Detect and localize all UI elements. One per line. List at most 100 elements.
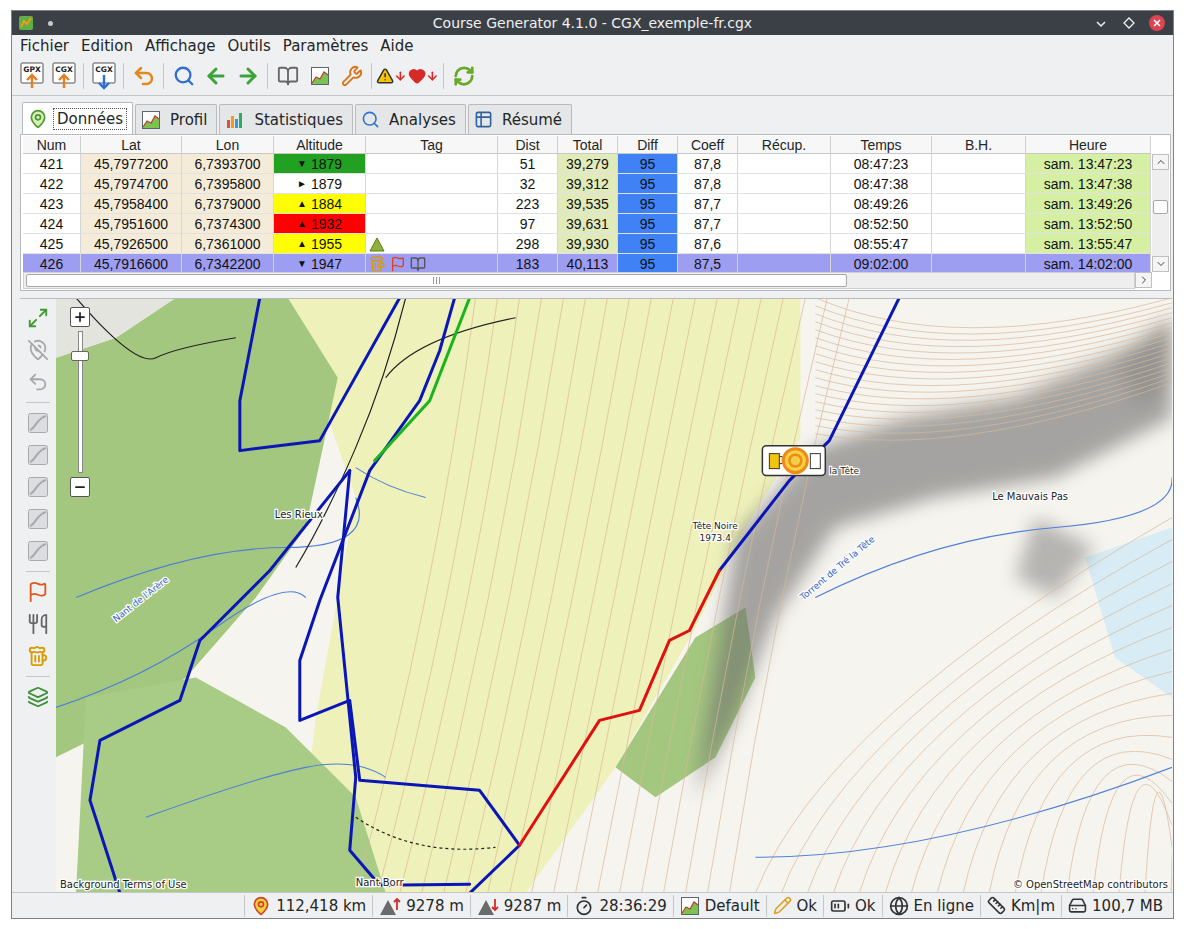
scroll-right-button[interactable] xyxy=(1135,272,1152,288)
map-tool-button[interactable] xyxy=(23,303,53,333)
open-button[interactable]: CGX xyxy=(48,60,79,92)
track-line xyxy=(375,299,470,461)
status-item: Ok xyxy=(823,895,882,917)
settings-button[interactable] xyxy=(336,60,367,92)
next-alert-button[interactable] xyxy=(376,60,407,92)
status-item: 112,418 km xyxy=(244,895,372,917)
svg-text:GPX: GPX xyxy=(23,65,41,74)
column-header[interactable]: Total xyxy=(558,136,618,154)
zoom-handle[interactable] xyxy=(71,351,89,361)
refresh-button[interactable] xyxy=(448,60,479,92)
total-cell: 39,535 xyxy=(558,194,618,214)
tab[interactable]: Statistiques xyxy=(219,104,353,134)
waypoint-marker[interactable] xyxy=(762,446,825,476)
coeff-cell: 87,8 xyxy=(678,174,738,194)
horizontal-scrollbar[interactable] xyxy=(23,272,1169,289)
vertical-scrollbar[interactable] xyxy=(1152,136,1169,272)
scroll-thumb[interactable] xyxy=(1153,200,1168,214)
tab[interactable]: Résumé xyxy=(468,104,572,134)
toolbar-separator xyxy=(83,63,84,89)
menu-item[interactable]: Fichier xyxy=(14,36,75,56)
zoom-out-button[interactable] xyxy=(70,477,90,497)
column-header[interactable]: Temps xyxy=(831,136,932,154)
table-row[interactable]: 42545,79265006,7361000▲195529839,9309587… xyxy=(23,234,1152,254)
column-header[interactable]: Heure xyxy=(1026,136,1151,154)
undo-button[interactable] xyxy=(128,60,159,92)
scroll-up-button[interactable] xyxy=(1152,154,1169,170)
column-header[interactable]: Dist xyxy=(498,136,558,154)
column-header[interactable]: Lat xyxy=(81,136,182,154)
map-attribution[interactable]: © OpenStreetMap contributors xyxy=(1013,879,1168,890)
scroll-thumb[interactable] xyxy=(26,274,847,287)
beer-icon xyxy=(369,255,386,272)
map-tool-button[interactable] xyxy=(23,682,53,712)
window-title: Course Generator 4.1.0 - CGX_exemple-fr.… xyxy=(433,15,752,31)
table-icon xyxy=(474,110,493,129)
mini-roadbook-button[interactable] xyxy=(272,60,303,92)
track-line xyxy=(338,471,470,886)
arrow-right-icon xyxy=(236,64,260,88)
minimize-button[interactable] xyxy=(1091,13,1111,33)
map-label: Le Mauvais Pas xyxy=(992,491,1068,502)
zoom-in-button[interactable] xyxy=(70,307,90,327)
map-attribution[interactable]: Background Terms of Use xyxy=(60,879,187,890)
peak-icon xyxy=(369,236,385,252)
temps-cell: 08:55:47 xyxy=(831,234,932,254)
menu-item[interactable]: Affichage xyxy=(139,36,221,56)
column-header[interactable]: Récup. xyxy=(738,136,831,154)
contour-lines xyxy=(356,299,1172,892)
scroll-down-button[interactable] xyxy=(1152,256,1169,272)
statistics-icon xyxy=(225,110,245,130)
menu-item[interactable]: Paramètres xyxy=(277,36,375,56)
column-header[interactable]: Diff xyxy=(618,136,678,154)
curve-icon xyxy=(27,444,49,466)
previous-button[interactable] xyxy=(200,60,231,92)
chart-icon xyxy=(310,66,330,86)
map-tool-button[interactable] xyxy=(23,609,53,639)
map-view[interactable]: Les RieuxNant de l'ArèreTête Noire1973.4… xyxy=(56,299,1172,892)
column-header[interactable]: Lon xyxy=(182,136,274,154)
selected-table-row[interactable]: 42645,79166006,7342200▼194718340,1139587… xyxy=(23,254,1152,272)
column-header[interactable]: B.H. xyxy=(932,136,1026,154)
maximize-button[interactable] xyxy=(1119,13,1139,33)
splitter[interactable] xyxy=(12,291,1173,298)
tab[interactable]: Analyses xyxy=(355,104,466,134)
temps-cell: 08:47:23 xyxy=(831,154,932,174)
table-row[interactable]: 42345,79584006,7379000▲188422339,5359587… xyxy=(23,194,1152,214)
altitude-cell: ▲1884 xyxy=(274,194,366,214)
profile-button[interactable] xyxy=(304,60,335,92)
selection-ring xyxy=(783,449,807,473)
altitude-cell: ▲1932 xyxy=(274,214,366,234)
table-row[interactable]: 42145,79772006,7393700▼18795139,2799587,… xyxy=(23,154,1152,174)
save-button[interactable]: CGX xyxy=(88,60,119,92)
tab[interactable]: Profil xyxy=(135,104,217,134)
next-favorite-button[interactable] xyxy=(408,60,439,92)
map-label: Nant Borr xyxy=(356,877,405,888)
menu-item[interactable]: Outils xyxy=(221,36,276,56)
climb-icon xyxy=(379,896,401,916)
menu-item[interactable]: Edition xyxy=(75,36,139,56)
table-row[interactable]: 42445,79516006,7374300▲19329739,6319587,… xyxy=(23,214,1152,234)
map-tool-button[interactable] xyxy=(23,577,53,607)
menu-item[interactable]: Aide xyxy=(374,36,419,56)
heure-cell: sam. 13:49:26 xyxy=(1026,194,1151,214)
bh-cell xyxy=(932,154,1026,174)
column-header[interactable]: Num xyxy=(23,136,81,154)
dist-cell: 51 xyxy=(498,154,558,174)
zoom-slider[interactable] xyxy=(78,331,83,473)
map-tool-button xyxy=(23,367,53,397)
track-line xyxy=(90,471,350,892)
num-cell: 424 xyxy=(23,214,81,234)
pin-dot[interactable] xyxy=(48,21,53,26)
map-tool-button[interactable] xyxy=(23,641,53,671)
column-header[interactable]: Coeff xyxy=(678,136,738,154)
open-button[interactable]: GPX xyxy=(16,60,47,92)
search-button[interactable] xyxy=(168,60,199,92)
tab[interactable]: Données xyxy=(22,102,133,134)
coeff-cell: 87,6 xyxy=(678,234,738,254)
column-header[interactable]: Tag xyxy=(366,136,498,154)
table-row[interactable]: 42245,79747006,7395800►18793239,3129587,… xyxy=(23,174,1152,194)
close-button[interactable] xyxy=(1147,13,1167,33)
next-button[interactable] xyxy=(232,60,263,92)
column-header[interactable]: Altitude xyxy=(274,136,366,154)
